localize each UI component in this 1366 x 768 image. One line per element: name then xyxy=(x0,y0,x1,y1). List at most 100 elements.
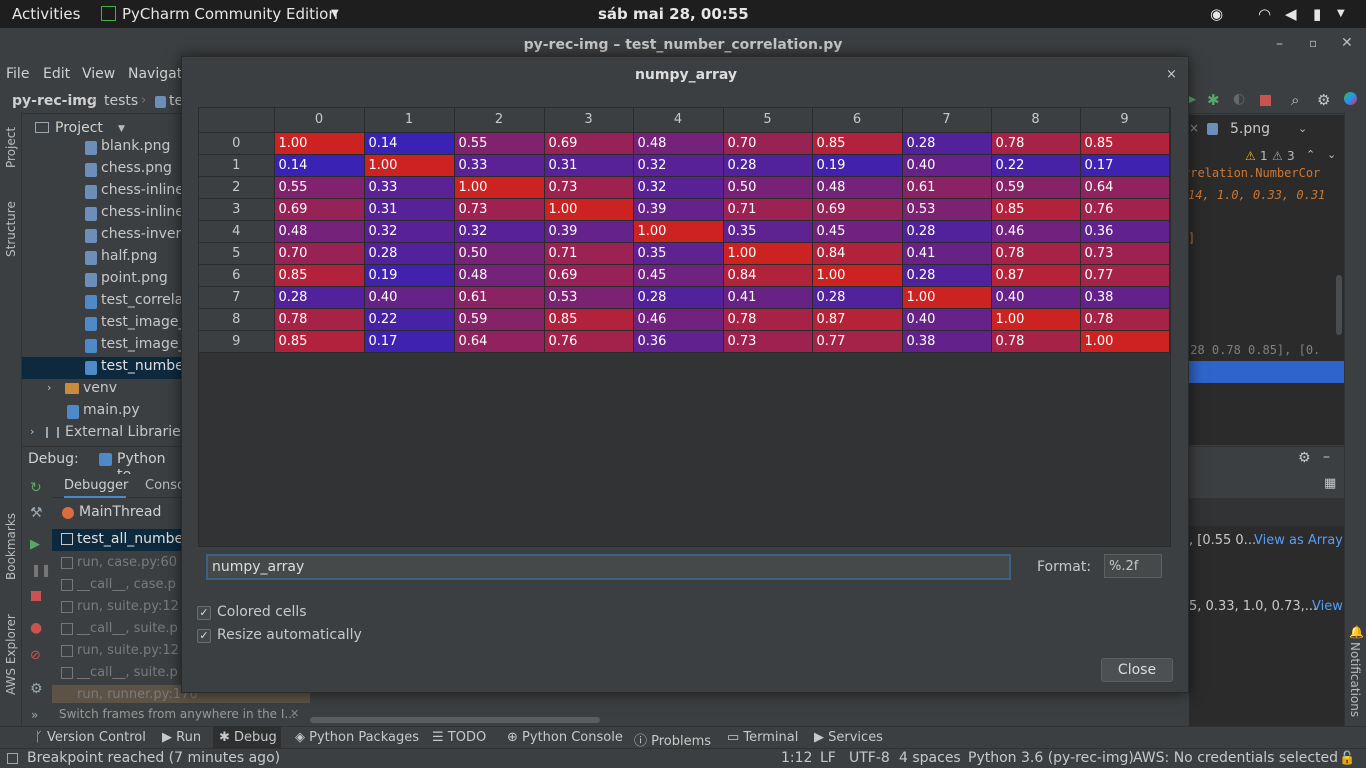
column-header[interactable]: 2 xyxy=(454,108,545,133)
steam-icon[interactable]: ◉ xyxy=(1210,5,1223,23)
frame-item[interactable]: __call__, suite.p xyxy=(77,665,178,680)
array-cell[interactable]: 0.70 xyxy=(274,242,365,265)
array-cell[interactable]: 0.78 xyxy=(723,308,813,331)
array-cell[interactable]: 0.14 xyxy=(274,154,365,177)
tree-item[interactable]: point.png xyxy=(101,270,168,286)
array-cell[interactable]: 0.85 xyxy=(991,198,1081,221)
array-cell[interactable]: 1.00 xyxy=(454,176,545,199)
array-cell[interactable]: 0.69 xyxy=(812,198,903,221)
array-cell[interactable]: 1.00 xyxy=(1080,330,1170,353)
chevron-right-icon[interactable]: › xyxy=(30,425,34,438)
column-header[interactable]: 3 xyxy=(544,108,634,133)
structure-tool-tab[interactable]: Structure xyxy=(4,201,18,257)
close-dialog-icon[interactable]: × xyxy=(1166,67,1177,82)
status-toggle-icon[interactable] xyxy=(7,753,18,764)
status-indent[interactable]: 4 spaces xyxy=(899,750,961,766)
colored-cells-label[interactable]: Colored cells xyxy=(217,604,307,620)
tree-item-main[interactable]: main.py xyxy=(83,402,140,418)
array-cell[interactable]: 0.33 xyxy=(364,176,455,199)
chevron-down-icon[interactable]: ⌄ xyxy=(1327,148,1336,161)
frame-item[interactable]: run, suite.py:12 xyxy=(77,643,179,658)
array-cell[interactable]: 0.17 xyxy=(364,330,455,353)
minimize-panel-icon[interactable]: – xyxy=(1323,449,1330,465)
array-cell[interactable]: 0.84 xyxy=(812,242,903,265)
column-header[interactable]: 4 xyxy=(633,108,724,133)
array-cell[interactable]: 0.28 xyxy=(902,264,992,287)
view-link[interactable]: View xyxy=(1312,599,1343,614)
frame-item[interactable]: run, case.py:60 xyxy=(77,555,177,570)
array-cell[interactable]: 0.14 xyxy=(364,132,455,155)
array-cell[interactable]: 0.61 xyxy=(902,176,992,199)
array-cell[interactable]: 0.39 xyxy=(544,220,634,243)
array-cell[interactable]: 0.17 xyxy=(1080,154,1170,177)
array-cell[interactable]: 1.00 xyxy=(364,154,455,177)
array-cell[interactable]: 1.00 xyxy=(902,286,992,309)
column-header[interactable]: 0 xyxy=(274,108,365,133)
array-cell[interactable]: 0.48 xyxy=(812,176,903,199)
weak-warning-icon[interactable]: ⚠ xyxy=(1272,149,1283,163)
close-hint-icon[interactable]: ✕ xyxy=(290,707,299,720)
array-cell[interactable]: 0.39 xyxy=(633,198,724,221)
tree-item[interactable]: chess-inline. xyxy=(101,182,188,198)
array-cell[interactable]: 0.46 xyxy=(633,308,724,331)
wifi-icon[interactable]: ◠ xyxy=(1258,5,1271,23)
gear-icon[interactable]: ⚙ xyxy=(1317,91,1330,109)
status-message[interactable]: Breakpoint reached (7 minutes ago) xyxy=(27,750,280,766)
search-icon[interactable]: ⌕ xyxy=(1291,91,1299,109)
array-cell[interactable]: 0.40 xyxy=(364,286,455,309)
row-header[interactable]: 8 xyxy=(199,308,275,331)
battery-icon[interactable]: ▮ xyxy=(1313,5,1321,23)
array-cell[interactable]: 0.48 xyxy=(633,132,724,155)
array-cell[interactable]: 0.28 xyxy=(723,154,813,177)
array-cell[interactable]: 0.59 xyxy=(454,308,545,331)
array-cell[interactable]: 0.48 xyxy=(454,264,545,287)
array-cell[interactable]: 0.85 xyxy=(812,132,903,155)
array-cell[interactable]: 0.69 xyxy=(544,264,634,287)
column-header[interactable]: 1 xyxy=(364,108,455,133)
array-cell[interactable]: 0.35 xyxy=(633,242,724,265)
array-cell[interactable]: 0.77 xyxy=(1080,264,1170,287)
array-cell[interactable]: 0.78 xyxy=(991,330,1081,353)
tree-item[interactable]: half.png xyxy=(101,248,157,264)
array-cell[interactable]: 0.64 xyxy=(1080,176,1170,199)
tab-terminal[interactable]: ▭ Terminal xyxy=(727,730,798,745)
array-cell[interactable]: 0.85 xyxy=(274,264,365,287)
array-cell[interactable]: 0.87 xyxy=(812,308,903,331)
array-cell[interactable]: 1.00 xyxy=(812,264,903,287)
array-cell[interactable]: 0.36 xyxy=(633,330,724,353)
array-cell[interactable]: 0.61 xyxy=(454,286,545,309)
tab-services[interactable]: ▶ Services xyxy=(814,730,883,745)
tab-version-control[interactable]: ᚴ Version Control xyxy=(35,730,146,745)
array-expression-input[interactable] xyxy=(206,554,1011,580)
breadcrumb-project[interactable]: py-rec-img xyxy=(12,93,97,109)
column-header[interactable]: 7 xyxy=(902,108,992,133)
settings-icon[interactable]: ⚙ xyxy=(30,681,43,697)
chevron-down-icon[interactable]: ⌄ xyxy=(1298,122,1307,135)
tree-item[interactable]: test_image_ xyxy=(101,336,186,352)
column-header[interactable]: 5 xyxy=(723,108,813,133)
array-cell[interactable]: 0.48 xyxy=(274,220,365,243)
mute-breakpoints-icon[interactable]: ⊘ xyxy=(30,648,41,663)
array-cell[interactable]: 0.85 xyxy=(274,330,365,353)
chevron-down-icon[interactable]: ▼ xyxy=(118,124,125,134)
view-as-array-link[interactable]: View as Array xyxy=(1254,533,1343,548)
system-menu-icon[interactable]: ▼ xyxy=(1337,8,1345,19)
notifications-icon[interactable]: 🔔 xyxy=(1349,625,1364,639)
notifications-tool-tab[interactable]: Notifications xyxy=(1348,642,1362,717)
array-cell[interactable]: 0.45 xyxy=(812,220,903,243)
thread-selector[interactable]: MainThread xyxy=(79,504,161,520)
maximize-icon[interactable]: ▫ xyxy=(1309,36,1317,50)
array-cell[interactable]: 0.85 xyxy=(1080,132,1170,155)
array-cell[interactable]: 0.40 xyxy=(902,308,992,331)
frame-item[interactable]: __call__, case.p xyxy=(77,577,176,592)
array-cell[interactable]: 0.77 xyxy=(812,330,903,353)
pause-icon[interactable]: ❚❚ xyxy=(31,563,51,577)
clock[interactable]: sáb mai 28, 00:55 xyxy=(598,5,749,23)
row-header[interactable]: 2 xyxy=(199,176,275,199)
tree-item[interactable]: test_correla xyxy=(101,292,183,308)
array-cell[interactable]: 0.73 xyxy=(454,198,545,221)
project-panel-title[interactable]: Project xyxy=(55,120,103,136)
tab-python-console[interactable]: ⊕ Python Console xyxy=(507,730,623,745)
gear-icon[interactable]: ⚙ xyxy=(1298,450,1311,466)
array-cell[interactable]: 0.28 xyxy=(274,286,365,309)
